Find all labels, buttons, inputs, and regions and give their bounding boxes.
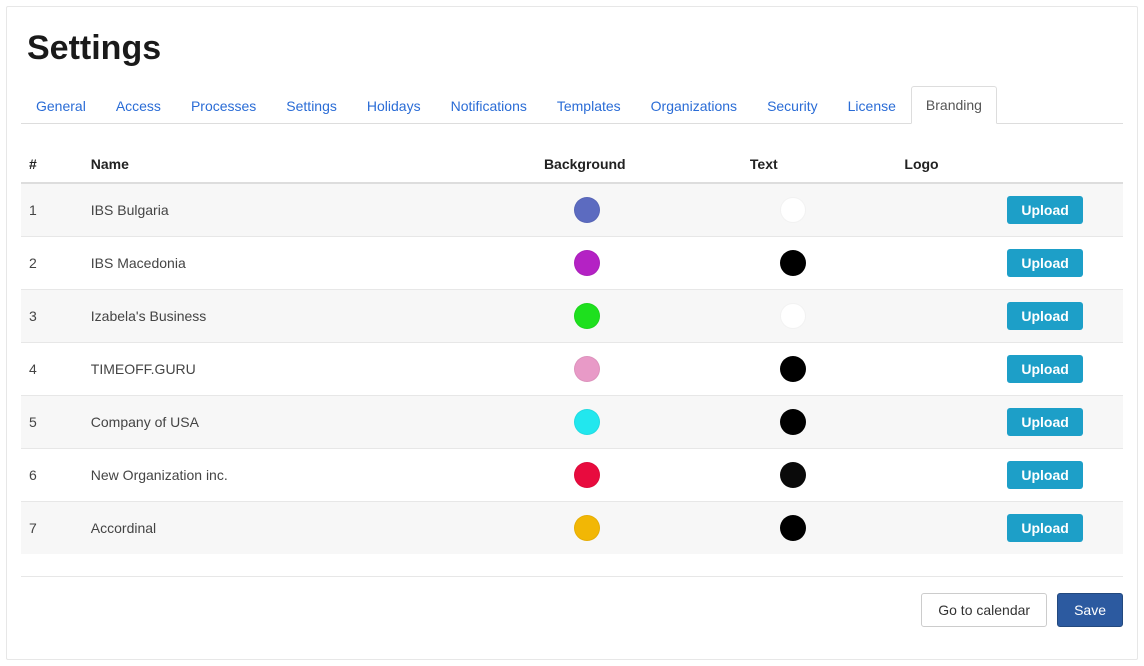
table-row: 1IBS Bulgaria Upload [21, 183, 1123, 237]
cell-index: 6 [21, 449, 83, 502]
tab-templates[interactable]: Templates [542, 87, 636, 124]
tab-organizations[interactable]: Organizations [636, 87, 752, 124]
cell-text-color [742, 396, 896, 449]
col-header-text: Text [742, 146, 896, 183]
cell-text-color [742, 502, 896, 555]
cell-background [536, 183, 742, 237]
cell-action: Upload [999, 290, 1123, 343]
cell-name: IBS Bulgaria [83, 183, 536, 237]
background-color-swatch[interactable] [574, 462, 600, 488]
text-color-swatch[interactable] [780, 303, 806, 329]
settings-card: Settings GeneralAccessProcessesSettingsH… [6, 6, 1138, 660]
cell-index: 2 [21, 237, 83, 290]
cell-action: Upload [999, 183, 1123, 237]
cell-text-color [742, 449, 896, 502]
cell-text-color [742, 343, 896, 396]
upload-button[interactable]: Upload [1007, 355, 1082, 383]
cell-index: 1 [21, 183, 83, 237]
cell-logo [896, 396, 999, 449]
cell-index: 5 [21, 396, 83, 449]
cell-logo [896, 290, 999, 343]
cell-name: IBS Macedonia [83, 237, 536, 290]
cell-logo [896, 343, 999, 396]
upload-button[interactable]: Upload [1007, 514, 1082, 542]
table-row: 2IBS Macedonia Upload [21, 237, 1123, 290]
cell-index: 4 [21, 343, 83, 396]
tabs-bar: GeneralAccessProcessesSettingsHolidaysNo… [21, 86, 1123, 124]
tab-access[interactable]: Access [101, 87, 176, 124]
cell-action: Upload [999, 502, 1123, 555]
text-color-swatch[interactable] [780, 197, 806, 223]
tab-general[interactable]: General [21, 87, 101, 124]
cell-name: Accordinal [83, 502, 536, 555]
cell-action: Upload [999, 343, 1123, 396]
cell-name: New Organization inc. [83, 449, 536, 502]
tab-settings[interactable]: Settings [271, 87, 352, 124]
cell-background [536, 502, 742, 555]
text-color-swatch[interactable] [780, 462, 806, 488]
background-color-swatch[interactable] [574, 197, 600, 223]
table-row: 4TIMEOFF.GURU Upload [21, 343, 1123, 396]
tab-processes[interactable]: Processes [176, 87, 271, 124]
table-row: 6New Organization inc. Upload [21, 449, 1123, 502]
cell-background [536, 237, 742, 290]
table-row: 5Company of USA Upload [21, 396, 1123, 449]
col-header-name: Name [83, 146, 536, 183]
page-title: Settings [27, 29, 1123, 68]
table-row: 3Izabela's Business Upload [21, 290, 1123, 343]
tab-license[interactable]: License [833, 87, 911, 124]
text-color-swatch[interactable] [780, 356, 806, 382]
cell-background [536, 396, 742, 449]
cell-logo [896, 502, 999, 555]
go-to-calendar-button[interactable]: Go to calendar [921, 593, 1047, 627]
cell-name: Izabela's Business [83, 290, 536, 343]
cell-logo [896, 449, 999, 502]
cell-text-color [742, 237, 896, 290]
upload-button[interactable]: Upload [1007, 196, 1082, 224]
background-color-swatch[interactable] [574, 303, 600, 329]
footer-actions: Go to calendar Save [21, 576, 1123, 627]
col-header-action [999, 146, 1123, 183]
col-header-logo: Logo [896, 146, 999, 183]
cell-logo [896, 183, 999, 237]
cell-background [536, 449, 742, 502]
col-header-index: # [21, 146, 83, 183]
text-color-swatch[interactable] [780, 515, 806, 541]
cell-background [536, 343, 742, 396]
background-color-swatch[interactable] [574, 250, 600, 276]
tab-branding[interactable]: Branding [911, 86, 997, 124]
branding-table: # Name Background Text Logo 1IBS Bulgari… [21, 146, 1123, 554]
background-color-swatch[interactable] [574, 409, 600, 435]
cell-action: Upload [999, 449, 1123, 502]
upload-button[interactable]: Upload [1007, 461, 1082, 489]
cell-index: 7 [21, 502, 83, 555]
cell-index: 3 [21, 290, 83, 343]
text-color-swatch[interactable] [780, 409, 806, 435]
cell-text-color [742, 183, 896, 237]
background-color-swatch[interactable] [574, 356, 600, 382]
tab-holidays[interactable]: Holidays [352, 87, 436, 124]
table-row: 7Accordinal Upload [21, 502, 1123, 555]
cell-action: Upload [999, 237, 1123, 290]
col-header-background: Background [536, 146, 742, 183]
cell-text-color [742, 290, 896, 343]
background-color-swatch[interactable] [574, 515, 600, 541]
tab-security[interactable]: Security [752, 87, 833, 124]
upload-button[interactable]: Upload [1007, 249, 1082, 277]
upload-button[interactable]: Upload [1007, 302, 1082, 330]
upload-button[interactable]: Upload [1007, 408, 1082, 436]
cell-logo [896, 237, 999, 290]
tab-notifications[interactable]: Notifications [436, 87, 542, 124]
cell-name: Company of USA [83, 396, 536, 449]
cell-name: TIMEOFF.GURU [83, 343, 536, 396]
table-header-row: # Name Background Text Logo [21, 146, 1123, 183]
cell-action: Upload [999, 396, 1123, 449]
cell-background [536, 290, 742, 343]
text-color-swatch[interactable] [780, 250, 806, 276]
save-button[interactable]: Save [1057, 593, 1123, 627]
